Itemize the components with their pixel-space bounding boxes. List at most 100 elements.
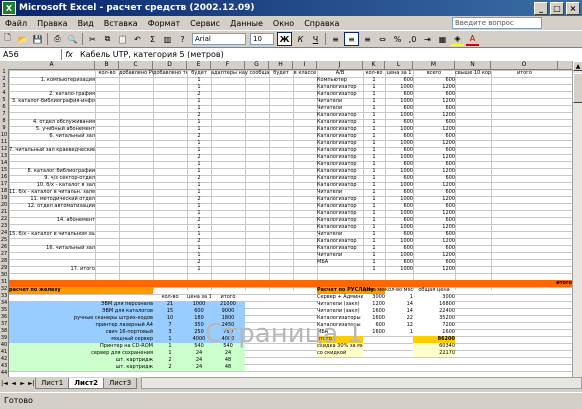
value-cell[interactable]: 600 [413,231,455,238]
value-cell[interactable]: 1 [363,161,385,168]
row-header[interactable]: 44 [0,370,8,376]
row-header[interactable]: 38 [0,328,8,334]
new-icon[interactable]: 🗋 [1,33,14,45]
menu-format[interactable]: Формат [143,19,185,28]
role-label[interactable]: МБА [317,259,363,266]
value-cell[interactable]: 1000 [385,98,413,105]
row-header[interactable]: 20 [0,202,8,208]
header-cell[interactable]: будет [269,70,293,77]
print-icon[interactable]: ⎙ [51,33,64,45]
column-header-o[interactable]: O [491,61,558,69]
value-cell[interactable]: 600 [413,77,455,84]
hw-row-label[interactable]: шт. картридж [9,357,153,364]
hw-price[interactable]: 24 [187,357,211,364]
value-cell[interactable]: 1 [363,182,385,189]
value-cell[interactable]: 1 [187,231,211,238]
header-cell[interactable]: адаптеры на конт. [211,70,245,77]
hw-qty[interactable]: 21 [153,301,187,308]
header-cell[interactable]: итого [491,70,558,77]
role-label[interactable]: Каталогизатор [317,210,363,217]
hw-total[interactable]: 9000 [211,308,245,315]
tab-sheet1[interactable]: Лист1 [35,377,70,389]
value-cell[interactable]: 1 [363,217,385,224]
value-cell[interactable]: 1200 [413,196,455,203]
row-header[interactable]: 6 [0,104,8,110]
row-header[interactable]: 2 [0,76,8,82]
value-cell[interactable]: 1200 [413,168,455,175]
hw-row-label[interactable]: шт. картридж [9,364,153,371]
hw-total[interactable]: 21000 [211,301,245,308]
role-label[interactable]: Каталогизатор [317,91,363,98]
value-cell[interactable]: 1200 [413,210,455,217]
value-cell[interactable]: 1 [187,224,211,231]
ruslan-total[interactable]: 7200 [413,322,455,329]
header-cell[interactable]: кол-во [363,70,385,77]
value-cell[interactable]: 1 [187,98,211,105]
header-cell[interactable]: добавлено терминал [153,70,187,77]
row-header[interactable]: 22 [0,216,8,222]
row-label[interactable]: 17. итого [9,266,95,273]
ruslan-row-label[interactable]: Сервер + Администратор [317,294,363,301]
row-label[interactable]: 2. катало-графия [9,91,95,98]
role-label[interactable]: Каталогизатор [317,175,363,182]
value-cell[interactable]: 1 [187,182,211,189]
column-header-l[interactable]: L [385,61,413,69]
hw-row-label[interactable]: Принтер на CD-ROM [9,343,153,350]
value-cell[interactable]: 1000 [385,210,413,217]
value-cell[interactable]: 1000 [385,224,413,231]
hw-row-label[interactable]: принтер лазерный А4 [9,322,153,329]
ruslan-price[interactable]: 1200 [363,301,385,308]
ruslan-total[interactable]: 16800 [413,301,455,308]
role-label[interactable]: Каталогизатор [317,238,363,245]
value-cell[interactable]: 600 [385,245,413,252]
value-cell[interactable]: 1000 [385,252,413,259]
hw-total[interactable]: 48 [211,357,245,364]
value-cell[interactable]: 600 [413,259,455,266]
column-header-a[interactable]: A [9,61,95,69]
hw-row-label[interactable]: ЭВМ для каталогов [9,308,153,315]
value-cell[interactable]: 2 [187,175,211,182]
row-header[interactable]: 40 [0,342,8,348]
minimize-icon[interactable]: _ [534,1,548,15]
value-cell[interactable]: 1200 [413,224,455,231]
italic-button[interactable]: К [294,33,307,45]
value-cell[interactable]: 1 [363,203,385,210]
role-label[interactable]: Читатели [317,98,363,105]
value-cell[interactable]: 600 [413,175,455,182]
hw-qty[interactable]: 3 [153,329,187,336]
role-label[interactable]: Читатели [317,105,363,112]
hw-total[interactable]: 48 [211,364,245,371]
row-label[interactable]: 11. б/х - каталог в читальн. зале [9,189,95,196]
column-header-k[interactable]: K [363,61,385,69]
value-cell[interactable]: 1 [363,266,385,273]
value-cell[interactable]: 1200 [413,126,455,133]
role-label[interactable]: Компьютер [317,77,363,84]
value-cell[interactable]: 1 [363,231,385,238]
menu-insert[interactable]: Вставка [99,19,143,28]
hw-row-label[interactable]: свич 16-портовый [9,329,153,336]
hw-header[interactable]: цена за 1 [187,294,211,301]
role-label[interactable]: Каталогизатор [317,126,363,133]
ruslan-qty[interactable]: 14 [385,308,413,315]
ruslan-row-label[interactable]: со скидкой [317,350,363,357]
value-cell[interactable]: 1 [363,126,385,133]
header-cell[interactable]: добавлено РС [119,70,153,77]
hw-qty[interactable]: 2 [153,364,187,371]
row-label[interactable]: 12. отдел автоматизации [9,203,95,210]
name-box[interactable]: A56 [0,49,62,60]
ruslan-row-label[interactable]: Читатели (закл) [317,308,363,315]
value-cell[interactable]: 1 [187,245,211,252]
value-cell[interactable]: 600 [385,231,413,238]
row-header[interactable]: 4 [0,90,8,96]
hw-total[interactable]: 24 [211,350,245,357]
row-header[interactable]: 14 [0,160,8,166]
ruslan-total[interactable]: 86200 [413,336,455,343]
value-cell[interactable]: 600 [385,217,413,224]
header-cell[interactable]: цена за 1 [385,70,413,77]
row-header[interactable]: 13 [0,153,8,159]
ruslan-total[interactable]: 22170 [413,350,455,357]
value-cell[interactable]: 1000 [385,112,413,119]
hw-price[interactable]: 24 [187,364,211,371]
value-cell[interactable]: 1000 [385,168,413,175]
value-cell[interactable]: 1 [187,140,211,147]
